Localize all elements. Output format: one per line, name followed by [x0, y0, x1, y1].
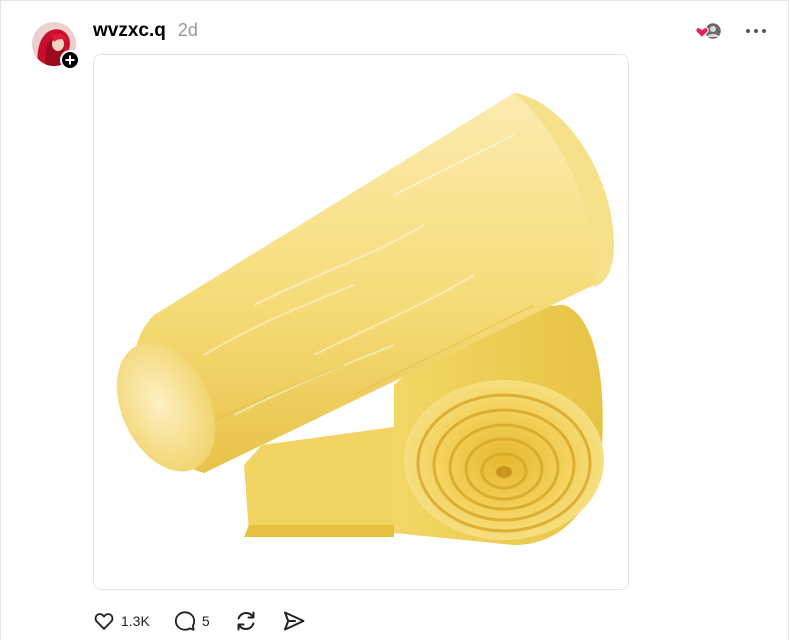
repost-button[interactable] [234, 609, 258, 633]
more-dot-icon [754, 29, 758, 33]
repost-icon [237, 611, 255, 631]
like-count: 1.3K [121, 613, 150, 629]
comment-count: 5 [201, 613, 210, 629]
more-dot-icon [762, 29, 766, 33]
comment-icon [174, 611, 195, 631]
author-username[interactable]: wvzxc.q [93, 20, 166, 42]
share-button[interactable] [282, 609, 306, 633]
comment-button[interactable]: 5 [174, 610, 210, 632]
more-options-button[interactable] [744, 25, 768, 37]
plus-icon [65, 55, 75, 65]
post-image[interactable] [93, 54, 629, 590]
post-container: wvzxc.q 2d 1.3K 5 [0, 0, 789, 640]
like-button[interactable]: 1.3K [93, 610, 150, 632]
more-dot-icon [746, 29, 750, 33]
author-avatar-wrapper[interactable] [32, 22, 80, 70]
likers-avatars[interactable] [694, 21, 724, 41]
follow-button[interactable] [60, 50, 80, 70]
post-timestamp[interactable]: 2d [178, 20, 198, 41]
post-header-controls [694, 21, 768, 41]
send-icon [283, 611, 305, 631]
heart-outline-icon [94, 613, 114, 630]
post-header: wvzxc.q 2d [93, 20, 198, 42]
post-actions: 1.3K 5 [93, 609, 330, 633]
